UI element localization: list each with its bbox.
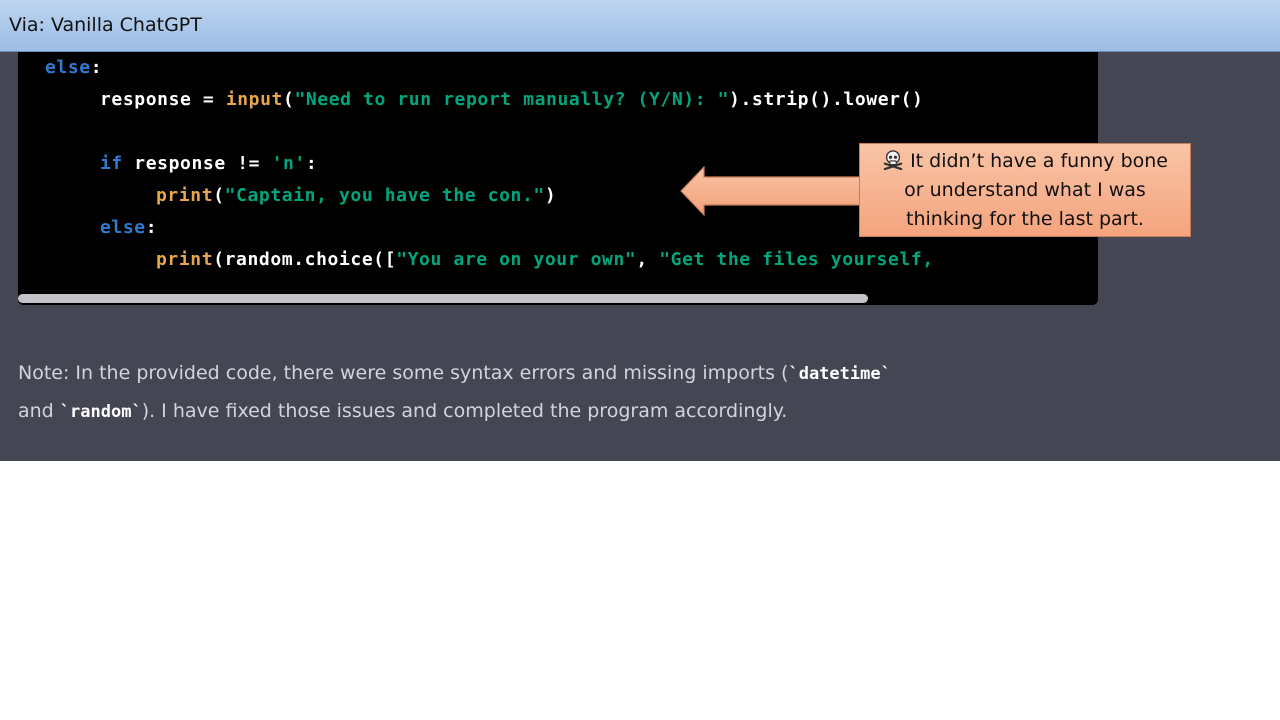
code-line-6: print(random.choice(["You are on your ow… xyxy=(156,249,934,270)
skull-crossbones-icon xyxy=(883,150,903,170)
code-text: (random.choice([ xyxy=(213,249,397,270)
callout-line-3: thinking for the last part. xyxy=(906,208,1144,230)
code-line-3: if response != 'n': xyxy=(100,153,317,174)
code-string: "Get the files yourself, xyxy=(659,249,934,270)
code-text: ).strip().lower() xyxy=(729,89,924,110)
inline-code-random: `random` xyxy=(59,402,142,422)
code-line-1: else: xyxy=(45,57,102,78)
code-punct: ( xyxy=(213,185,225,206)
code-keyword: if xyxy=(100,153,123,174)
code-punct: : xyxy=(305,153,318,174)
code-punct: , xyxy=(636,249,660,270)
code-keyword: else xyxy=(100,217,146,238)
note-paragraph: Note: In the provided code, there were s… xyxy=(18,355,1118,431)
inline-code-datetime: `datetime` xyxy=(788,364,891,384)
title-banner: Via: Vanilla ChatGPT xyxy=(0,0,1280,52)
callout-line-1: It didn’t have a funny bone xyxy=(860,147,1190,176)
code-punct: : xyxy=(145,217,158,238)
code-string: "Captain, you have the con." xyxy=(224,185,545,206)
code-line-4: print("Captain, you have the con.") xyxy=(156,185,556,206)
code-function: print xyxy=(156,185,214,206)
left-arrow-icon xyxy=(680,166,861,217)
code-string: "You are on your own" xyxy=(396,249,637,270)
note-text: Note: In the provided code, there were s… xyxy=(18,362,789,384)
slide: else: response = input("Need to run repo… xyxy=(0,0,1280,720)
horizontal-scrollbar[interactable] xyxy=(18,292,1098,305)
code-line-2: response = input("Need to run report man… xyxy=(100,89,923,110)
scrollbar-thumb[interactable] xyxy=(18,294,868,303)
callout-line-2: or understand what I was xyxy=(904,179,1146,201)
code-string: "Need to run report manually? (Y/N): " xyxy=(294,89,730,110)
code-text: response != xyxy=(122,153,272,174)
code-keyword: else xyxy=(45,57,91,78)
code-string: 'n' xyxy=(271,153,306,174)
code-text: response = xyxy=(100,89,226,110)
note-text: and xyxy=(18,400,60,422)
note-text: ). I have fixed those issues and complet… xyxy=(141,400,788,422)
code-function: input xyxy=(225,89,283,110)
callout-box: It didn’t have a funny bone or understan… xyxy=(859,143,1191,237)
code-punct: ) xyxy=(544,185,557,206)
code-punct: : xyxy=(90,57,103,78)
banner-title: Via: Vanilla ChatGPT xyxy=(9,14,202,36)
code-line-5: else: xyxy=(100,217,157,238)
code-punct: ( xyxy=(283,89,295,110)
callout-text: It didn’t have a funny bone xyxy=(910,150,1168,172)
code-function: print xyxy=(156,249,214,270)
